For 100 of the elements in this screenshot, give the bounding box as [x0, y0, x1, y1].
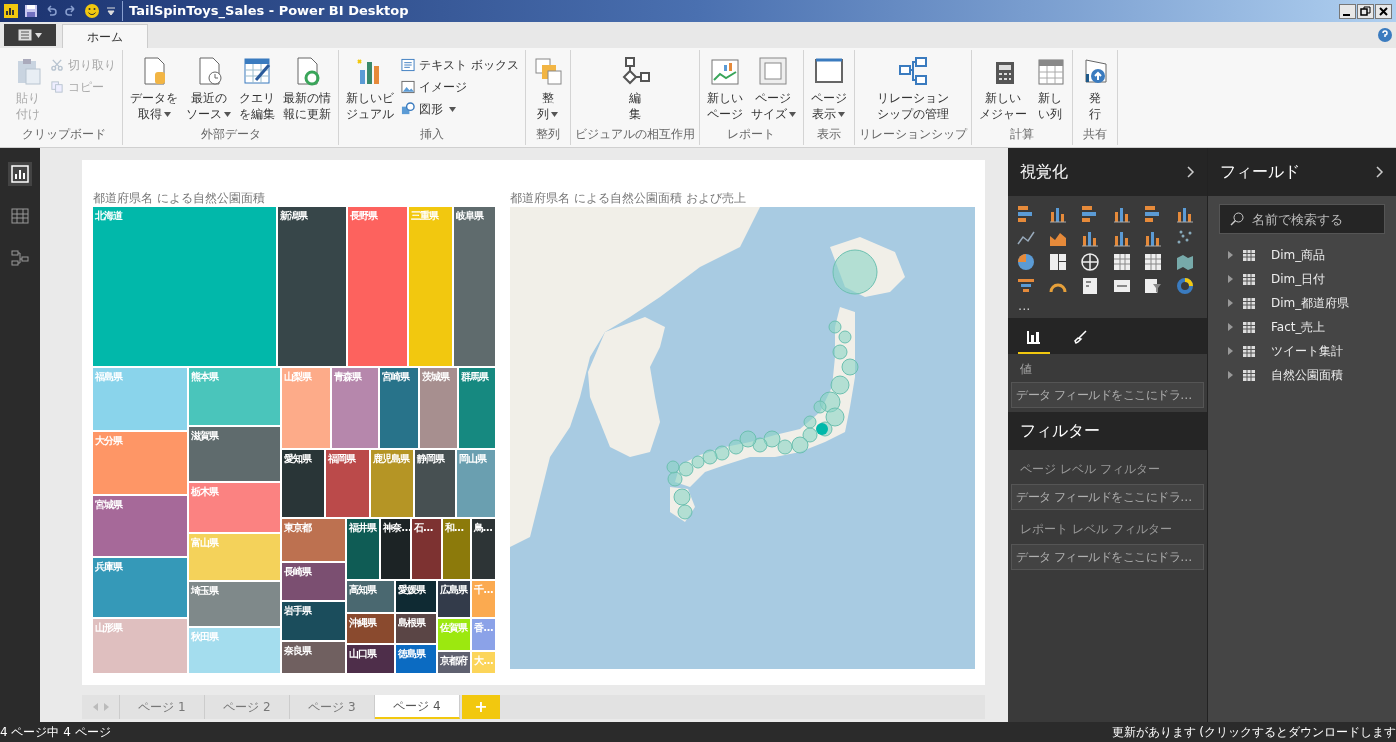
ribbon-button[interactable]: クエリを編集 [236, 54, 278, 122]
treemap-tile[interactable]: 島根県 [395, 613, 437, 644]
globe-icon[interactable] [1079, 252, 1100, 272]
treemap-tile[interactable]: 沖縄県 [346, 613, 394, 644]
treemap-tile[interactable]: 福井県 [346, 519, 380, 580]
minimize-icon[interactable] [1339, 4, 1356, 19]
ribbon-group-label: クリップボード [22, 126, 106, 143]
treemap-tile[interactable]: 東京都 [282, 519, 345, 561]
treemap-tile[interactable]: 和… [442, 519, 470, 580]
ribbon-button[interactable]: リレーションシップの管理 [873, 54, 952, 122]
ribbon-button[interactable]: 最近のソース [183, 54, 234, 122]
matrix-icon[interactable] [1143, 252, 1164, 272]
ribbon-button[interactable]: 新しいメジャー [975, 54, 1030, 122]
expand-caret-icon [1228, 371, 1233, 379]
field-table-item[interactable]: Dim_都道府県 [1228, 294, 1396, 312]
drop-well[interactable]: データ フィールドをここにドラ… [1011, 484, 1204, 510]
ribbon-button[interactable]: 最新の情報に更新 [280, 54, 334, 122]
ribbon-button[interactable]: 図形 [399, 98, 521, 120]
tile-label: 石… [414, 522, 434, 534]
ribbon-group-label: ビジュアルの相互作用 [574, 126, 695, 143]
treemap-tile[interactable]: 岩手県 [282, 602, 345, 640]
tile-label: 宮崎県 [382, 370, 411, 382]
treemap-tile[interactable]: 群馬県 [458, 367, 495, 448]
field-table-item[interactable]: Fact_売上 [1228, 318, 1396, 336]
ribbon-tab[interactable]: ホーム [62, 24, 148, 48]
treemap-tile[interactable]: 広島県 [438, 581, 471, 618]
treemap-tile[interactable]: 長崎県 [282, 562, 345, 601]
field-table-item[interactable]: ツイート集計 [1228, 342, 1396, 360]
treemap-tile[interactable]: 京都府 [438, 651, 471, 673]
page-tab[interactable]: ページ 4 [375, 695, 460, 719]
field-table-item[interactable]: Dim_商品 [1228, 246, 1396, 264]
tile-label: 埼玉県 [191, 584, 220, 596]
table-icon[interactable] [1111, 252, 1132, 272]
ribbon-button[interactable]: 編集 [616, 54, 653, 122]
treemap-tile[interactable]: 滋賀県 [189, 427, 281, 481]
tile-label: 岩手県 [284, 605, 313, 617]
donut-chart-icon[interactable] [1175, 276, 1196, 296]
save-icon[interactable] [24, 4, 38, 18]
treemap-tile[interactable]: 奈良県 [282, 641, 345, 673]
help-icon[interactable] [1378, 28, 1392, 42]
visual-title: 都道府県名 による自然公園面積 および売上 [510, 191, 747, 205]
ribbon-button[interactable]: ページサイズ [747, 54, 799, 122]
treemap-tile[interactable]: 石… [412, 519, 441, 580]
pie-chart-icon[interactable] [1016, 252, 1036, 272]
ribbon-button[interactable]: 新しいビジュアル [343, 54, 397, 122]
undo-icon[interactable] [44, 4, 58, 18]
restore-icon[interactable] [1357, 4, 1374, 19]
treemap-tile[interactable]: 福岡県 [326, 449, 369, 518]
field-table-item[interactable]: Dim_日付 [1228, 270, 1396, 288]
close-icon[interactable] [1375, 4, 1392, 19]
treemap-tile[interactable]: 宮崎県 [380, 367, 418, 448]
treemap-tile[interactable]: 愛知県 [282, 449, 325, 518]
report-icon[interactable] [8, 162, 32, 186]
tile-label: 岐阜県 [455, 210, 485, 221]
treemap-tile[interactable]: 鳥… [471, 519, 495, 580]
slicer-icon[interactable] [1143, 276, 1164, 296]
tile-label: 島根県 [397, 616, 427, 628]
ribbon-button[interactable]: テキスト ボックス [399, 54, 521, 76]
tile-label: 広島県 [440, 584, 469, 596]
treemap-icon[interactable] [1047, 252, 1068, 272]
more-visuals-button[interactable]: ... [1008, 296, 1207, 316]
drop-well[interactable]: データ フィールドをここにドラ… [1011, 544, 1204, 570]
chevron-right-icon[interactable] [1376, 166, 1384, 178]
treemap-tile[interactable]: 徳島県 [395, 645, 437, 673]
treemap-tile[interactable]: 宮城県 [93, 496, 188, 557]
treemap-tile[interactable]: 岐阜県 [453, 207, 495, 366]
ribbon-button[interactable]: ページ表示 [807, 54, 850, 122]
update-notice[interactable]: 更新があります (クリックするとダウンロードします [1111, 723, 1396, 741]
ribbon-button[interactable]: データを取得 [127, 54, 181, 122]
customize-dropdown-icon[interactable] [106, 6, 116, 16]
ribbon-button[interactable]: 新しい列 [1031, 54, 1068, 122]
tile-label: 熊本県 [191, 370, 220, 382]
chevron-right-icon[interactable] [1187, 166, 1195, 178]
table-pencil-icon [242, 56, 272, 86]
paintbrush-icon [1072, 329, 1088, 345]
tile-label: 山梨県 [284, 370, 313, 382]
expand-caret-icon [1228, 299, 1233, 307]
search-field[interactable]: 名前で検索する [1219, 204, 1385, 234]
treemap-tile[interactable]: 埼玉県 [189, 581, 281, 626]
ribbon-button[interactable]: イメージ [399, 76, 521, 98]
treemap-tile[interactable]: 高知県 [346, 581, 394, 612]
treemap-tile[interactable]: 新潟県 [278, 207, 346, 366]
treemap-tile[interactable]: 静岡県 [414, 449, 455, 518]
redo-icon[interactable] [64, 4, 78, 18]
field-table-item[interactable]: 自然公園面積 [1228, 366, 1396, 384]
filled-map-icon[interactable] [1175, 252, 1196, 272]
ribbon-button[interactable]: 新しいページ [703, 54, 746, 122]
tile-label: 岡山県 [458, 452, 488, 464]
treemap-tile[interactable]: 山口県 [346, 645, 394, 673]
treemap-tile[interactable]: 愛媛県 [395, 581, 437, 612]
ribbon-button[interactable]: 整列 [529, 54, 566, 122]
tile-label: 徳島県 [397, 648, 427, 660]
drop-well[interactable]: データ フィールドをここにドラ… [1011, 382, 1204, 408]
tile-label: 三重県 [410, 210, 440, 221]
smiley-icon[interactable] [84, 3, 100, 19]
tile-label: 山形県 [95, 621, 124, 633]
ribbon-button[interactable]: 発行 [1076, 54, 1113, 122]
treemap-tile[interactable]: 兵庫県 [93, 558, 188, 617]
file-menu-button[interactable] [4, 24, 56, 46]
tile-label: 静岡県 [416, 452, 446, 464]
